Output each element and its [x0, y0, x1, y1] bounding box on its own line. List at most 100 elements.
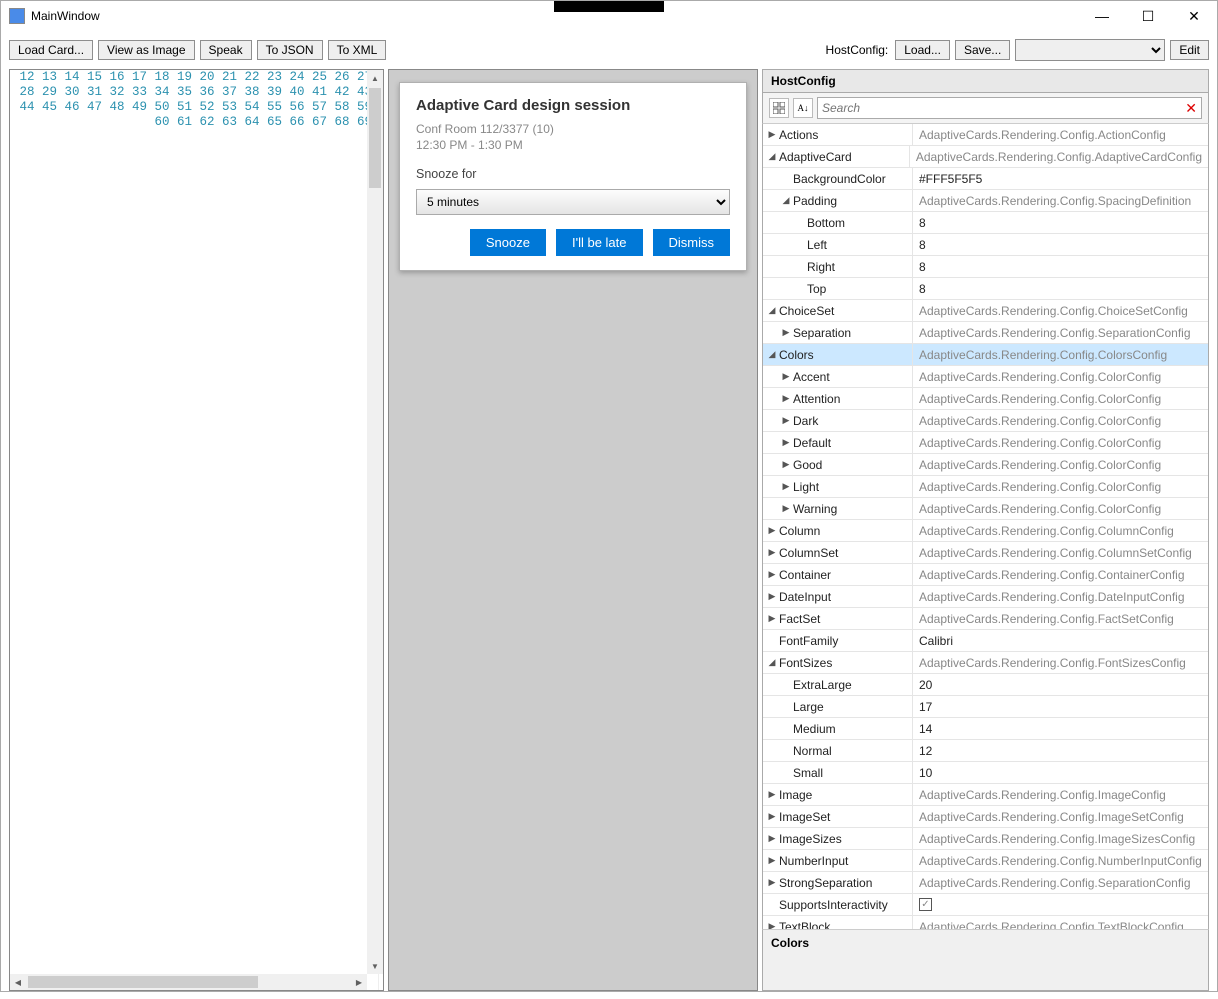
expand-icon[interactable]: ▶ [767, 129, 777, 140]
property-row[interactable]: ▶ColumnSetAdaptiveCards.Rendering.Config… [763, 542, 1208, 564]
expand-icon[interactable]: ▶ [767, 591, 777, 602]
property-row[interactable]: Large17 [763, 696, 1208, 718]
property-value[interactable]: 8 [913, 212, 1208, 233]
hostconfig-load-button[interactable]: Load... [895, 40, 950, 60]
checkbox[interactable]: ✓ [919, 898, 932, 911]
expand-icon[interactable]: ▶ [767, 877, 777, 888]
expand-icon[interactable]: ▶ [781, 503, 791, 514]
expand-icon[interactable]: ▶ [767, 855, 777, 866]
property-row[interactable]: ▶ContainerAdaptiveCards.Rendering.Config… [763, 564, 1208, 586]
property-row[interactable]: ◢PaddingAdaptiveCards.Rendering.Config.S… [763, 190, 1208, 212]
snooze-select[interactable]: 5 minutes [416, 189, 730, 215]
scroll-left-arrow-icon[interactable]: ◀ [10, 974, 26, 990]
expand-icon[interactable]: ▶ [767, 613, 777, 624]
property-row[interactable]: ◢ChoiceSetAdaptiveCards.Rendering.Config… [763, 300, 1208, 322]
property-row[interactable]: ◢FontSizesAdaptiveCards.Rendering.Config… [763, 652, 1208, 674]
expand-icon[interactable]: ▶ [767, 525, 777, 536]
property-row[interactable]: Right8 [763, 256, 1208, 278]
property-row[interactable]: ▶SeparationAdaptiveCards.Rendering.Confi… [763, 322, 1208, 344]
property-row[interactable]: ExtraLarge20 [763, 674, 1208, 696]
property-row[interactable]: ▶ActionsAdaptiveCards.Rendering.Config.A… [763, 124, 1208, 146]
property-row[interactable]: ▶DateInputAdaptiveCards.Rendering.Config… [763, 586, 1208, 608]
sort-az-button[interactable]: A↓ [793, 98, 813, 118]
property-row[interactable]: ▶TextBlockAdaptiveCards.Rendering.Config… [763, 916, 1208, 929]
property-value[interactable]: AdaptiveCards.Rendering.Config.AdaptiveC… [910, 146, 1208, 167]
property-value[interactable]: AdaptiveCards.Rendering.Config.NumberInp… [913, 850, 1208, 871]
property-row[interactable]: ▶WarningAdaptiveCards.Rendering.Config.C… [763, 498, 1208, 520]
property-row[interactable]: ▶GoodAdaptiveCards.Rendering.Config.Colo… [763, 454, 1208, 476]
scroll-thumb-h[interactable] [28, 976, 258, 988]
property-row[interactable]: Normal12 [763, 740, 1208, 762]
property-value[interactable]: AdaptiveCards.Rendering.Config.ColumnCon… [913, 520, 1208, 541]
scroll-right-arrow-icon[interactable]: ▶ [351, 974, 367, 990]
property-value[interactable]: AdaptiveCards.Rendering.Config.DateInput… [913, 586, 1208, 607]
property-row[interactable]: ▶ImageSizesAdaptiveCards.Rendering.Confi… [763, 828, 1208, 850]
property-value[interactable]: 20 [913, 674, 1208, 695]
expand-icon[interactable]: ▶ [781, 327, 791, 338]
property-row[interactable]: Left8 [763, 234, 1208, 256]
categorized-view-button[interactable] [769, 98, 789, 118]
property-value[interactable]: AdaptiveCards.Rendering.Config.ColorConf… [913, 432, 1208, 453]
expand-icon[interactable]: ▶ [781, 481, 791, 492]
property-value[interactable]: 10 [913, 762, 1208, 783]
speak-button[interactable]: Speak [200, 40, 252, 60]
property-row[interactable]: ▶DarkAdaptiveCards.Rendering.Config.Colo… [763, 410, 1208, 432]
property-row[interactable]: ◢ColorsAdaptiveCards.Rendering.Config.Co… [763, 344, 1208, 366]
property-value[interactable]: AdaptiveCards.Rendering.Config.SpacingDe… [913, 190, 1208, 211]
to-xml-button[interactable]: To XML [328, 40, 387, 60]
property-value[interactable]: AdaptiveCards.Rendering.Config.ColorConf… [913, 366, 1208, 387]
hostconfig-edit-button[interactable]: Edit [1170, 40, 1209, 60]
property-value[interactable]: AdaptiveCards.Rendering.Config.ColorConf… [913, 388, 1208, 409]
property-value[interactable]: AdaptiveCards.Rendering.Config.ActionCon… [913, 124, 1208, 145]
property-row[interactable]: ▶StrongSeparationAdaptiveCards.Rendering… [763, 872, 1208, 894]
property-row[interactable]: ▶ColumnAdaptiveCards.Rendering.Config.Co… [763, 520, 1208, 542]
property-row[interactable]: BackgroundColor#FFF5F5F5 [763, 168, 1208, 190]
view-as-image-button[interactable]: View as Image [98, 40, 195, 60]
clear-search-icon[interactable]: ✕ [1185, 100, 1197, 117]
editor-horizontal-scrollbar[interactable]: ◀ ▶ [10, 974, 367, 990]
scroll-down-arrow-icon[interactable]: ▼ [367, 958, 383, 974]
expand-icon[interactable]: ▶ [767, 833, 777, 844]
hostconfig-save-button[interactable]: Save... [955, 40, 1010, 60]
editor-vertical-scrollbar[interactable]: ▲ ▼ [367, 70, 383, 974]
property-value[interactable]: AdaptiveCards.Rendering.Config.ColorConf… [913, 454, 1208, 475]
property-value[interactable]: Calibri [913, 630, 1208, 651]
expand-icon[interactable]: ▶ [781, 415, 791, 426]
property-row[interactable]: Bottom8 [763, 212, 1208, 234]
property-search-input[interactable] [822, 101, 1185, 115]
property-value[interactable]: AdaptiveCards.Rendering.Config.FactSetCo… [913, 608, 1208, 629]
expand-icon[interactable]: ▶ [767, 789, 777, 800]
collapse-icon[interactable]: ◢ [767, 657, 777, 668]
property-search[interactable]: ✕ [817, 97, 1202, 119]
collapse-icon[interactable]: ◢ [767, 305, 777, 316]
property-row[interactable]: ▶ImageSetAdaptiveCards.Rendering.Config.… [763, 806, 1208, 828]
property-row[interactable]: Small10 [763, 762, 1208, 784]
expand-icon[interactable]: ▶ [767, 921, 777, 929]
property-row[interactable]: ▶NumberInputAdaptiveCards.Rendering.Conf… [763, 850, 1208, 872]
property-row[interactable]: ▶AccentAdaptiveCards.Rendering.Config.Co… [763, 366, 1208, 388]
property-value[interactable]: 8 [913, 256, 1208, 277]
property-grid[interactable]: ▶ActionsAdaptiveCards.Rendering.Config.A… [762, 124, 1209, 929]
property-row[interactable]: ▶AttentionAdaptiveCards.Rendering.Config… [763, 388, 1208, 410]
expand-icon[interactable]: ▶ [781, 393, 791, 404]
load-card-button[interactable]: Load Card... [9, 40, 93, 60]
property-value[interactable]: AdaptiveCards.Rendering.Config.FontSizes… [913, 652, 1208, 673]
code-editor[interactable]: 12 13 14 15 16 17 18 19 20 21 22 23 24 2… [9, 69, 384, 991]
collapse-icon[interactable]: ◢ [767, 151, 777, 162]
snooze-button[interactable]: Snooze [470, 229, 546, 256]
scroll-thumb-v[interactable] [369, 88, 381, 188]
property-value[interactable]: 8 [913, 234, 1208, 255]
property-value[interactable]: AdaptiveCards.Rendering.Config.Separatio… [913, 322, 1208, 343]
property-row[interactable]: ▶LightAdaptiveCards.Rendering.Config.Col… [763, 476, 1208, 498]
property-value[interactable]: AdaptiveCards.Rendering.Config.ChoiceSet… [913, 300, 1208, 321]
property-row[interactable]: SupportsInteractivity✓ [763, 894, 1208, 916]
property-value[interactable]: AdaptiveCards.Rendering.Config.ColorsCon… [913, 344, 1208, 365]
expand-icon[interactable]: ▶ [781, 371, 791, 382]
property-value[interactable]: 12 [913, 740, 1208, 761]
property-value[interactable]: AdaptiveCards.Rendering.Config.ColorConf… [913, 476, 1208, 497]
expand-icon[interactable]: ▶ [767, 547, 777, 558]
property-value[interactable]: AdaptiveCards.Rendering.Config.ColorConf… [913, 410, 1208, 431]
property-row[interactable]: ▶DefaultAdaptiveCards.Rendering.Config.C… [763, 432, 1208, 454]
property-value[interactable]: #FFF5F5F5 [913, 168, 1208, 189]
property-value[interactable]: ✓ [913, 894, 1208, 915]
